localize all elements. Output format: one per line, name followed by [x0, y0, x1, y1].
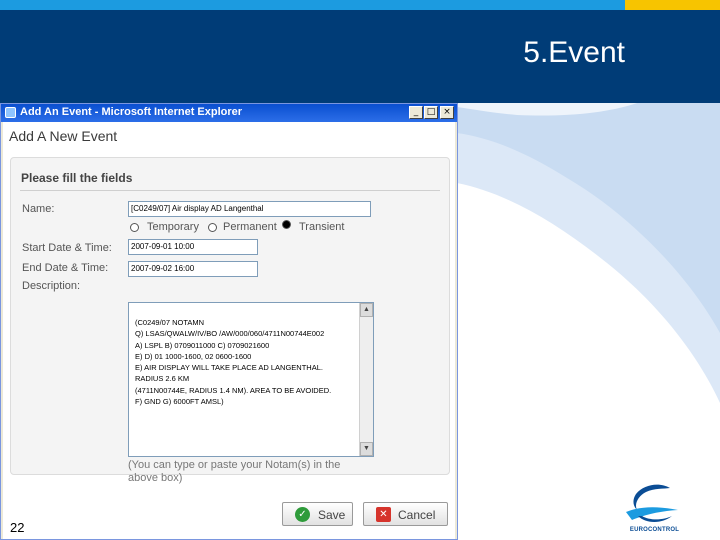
browser-window: Add An Event - Microsoft Internet Explor… [0, 103, 458, 540]
radio-temporary-label: Temporary [147, 221, 199, 233]
form-heading: Please fill the fields [21, 171, 133, 185]
radio-transient-label: Transient [299, 221, 345, 233]
cancel-x-icon: ✕ [376, 507, 391, 522]
slide-number: 22 [10, 520, 25, 535]
event-form: Please fill the fields Name: [C0249/07] … [10, 157, 450, 484]
cancel-button[interactable]: ✕ Cancel [363, 502, 448, 526]
page-content: Add A New Event Please fill the fields N… [3, 122, 455, 539]
radio-permanent[interactable] [208, 223, 217, 232]
browser-icon [5, 107, 16, 118]
window-title: Add An Event - Microsoft Internet Explor… [20, 106, 243, 118]
radio-transient[interactable] [282, 220, 291, 229]
description-hint: (You can type or paste your Notam(s) in … [128, 459, 341, 484]
end-date-input[interactable]: 2007-09-02 16:00 [128, 261, 258, 277]
radio-permanent-label: Permanent [223, 221, 277, 233]
start-date-label: Start Date & Time: [22, 242, 112, 254]
logo-text: EUROCONTROL [629, 527, 680, 533]
name-input[interactable]: [C0249/07] Air display AD Langenthal [128, 201, 371, 217]
save-button[interactable]: ✓ Save [282, 502, 353, 526]
name-label: Name: [22, 203, 55, 215]
form-divider [20, 190, 440, 191]
cancel-button-label: Cancel [398, 508, 436, 522]
radio-temporary[interactable] [130, 223, 139, 232]
decorative-background [457, 103, 720, 540]
start-date-input[interactable]: 2007-09-01 10:00 [128, 239, 258, 255]
scroll-down-icon[interactable]: ▼ [360, 442, 373, 456]
maximize-icon[interactable]: □ [424, 106, 438, 119]
checkmark-icon: ✓ [295, 507, 310, 522]
description-text: (C0249/07 NOTAMN Q) LSAS/QWALW/IV/BO /AW… [135, 318, 332, 407]
description-label: Description: [22, 280, 81, 292]
description-scrollbar[interactable]: ▲ ▼ [359, 303, 373, 456]
slide-title: 5.Event [523, 36, 625, 69]
top-stripe [0, 0, 720, 10]
top-stripe-accent [625, 0, 720, 10]
close-icon[interactable]: × [440, 106, 454, 119]
end-date-label: End Date & Time: [22, 262, 109, 274]
window-titlebar[interactable]: Add An Event - Microsoft Internet Explor… [1, 104, 457, 122]
background-curve [457, 103, 720, 540]
save-button-label: Save [318, 508, 346, 522]
description-textarea[interactable]: (C0249/07 NOTAMN Q) LSAS/QWALW/IV/BO /AW… [128, 302, 374, 457]
minimize-icon[interactable]: _ [409, 106, 423, 119]
page-title: Add A New Event [9, 128, 118, 144]
scroll-up-icon[interactable]: ▲ [360, 303, 373, 317]
